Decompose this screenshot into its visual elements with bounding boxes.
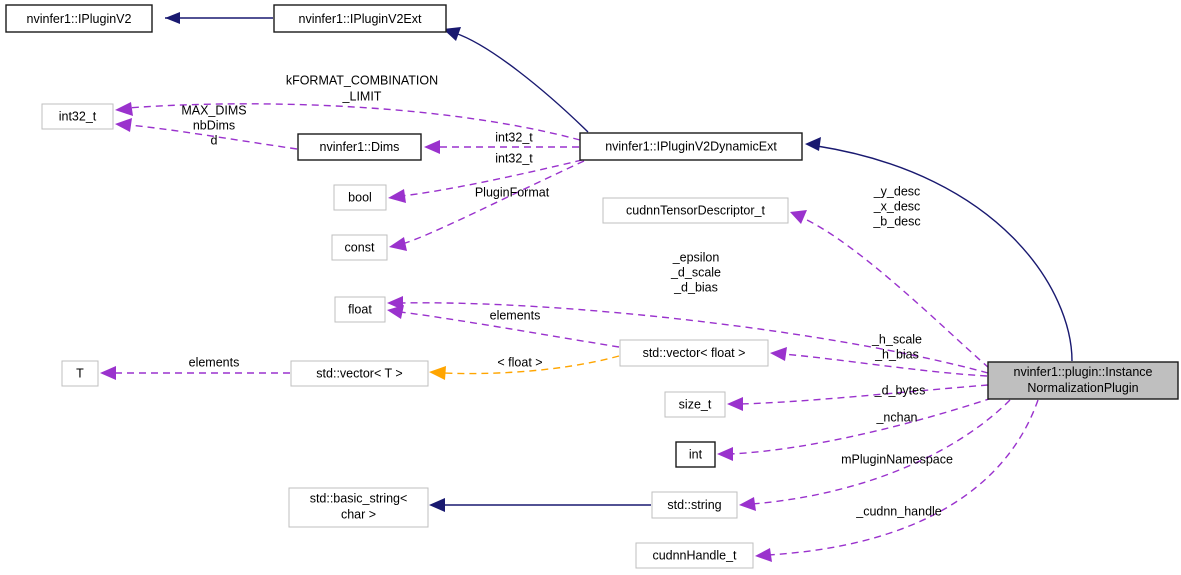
diagram-canvas: nvinfer1::IPluginV2 nvinfer1::IPluginV2E… bbox=[5, 4, 1179, 569]
node-nvinfer1-ipluginv2[interactable]: nvinfer1::IPluginV2 bbox=[5, 4, 153, 33]
node-const[interactable]: const bbox=[331, 234, 388, 261]
collaboration-diagram: nvinfer1::IPluginV2 nvinfer1::IPluginV2E… bbox=[0, 0, 1181, 575]
node-instance-normalization-plugin[interactable]: nvinfer1::plugin::Instance Normalization… bbox=[987, 361, 1179, 400]
edge-label-line: _d_scale bbox=[670, 265, 721, 279]
edge-label-line: _cudnn_handle bbox=[855, 504, 942, 518]
edge-label-line: _h_bias bbox=[874, 347, 919, 361]
edge-label-float-template-arg: < float > bbox=[497, 355, 542, 369]
edge-label-line: mPluginNamespace bbox=[841, 452, 953, 466]
edge-label-line: elements bbox=[490, 308, 541, 322]
edge-label-h-scale-bias: _h_scale _h_bias bbox=[871, 332, 922, 361]
node-label-dims: nvinfer1::Dims bbox=[320, 140, 400, 154]
node-label-int: int bbox=[689, 447, 703, 461]
edge-label-layer: kFORMAT_COMBINATION _LIMIT MAX_DIMS nbDi… bbox=[181, 73, 953, 518]
node-label-ipluginv2: nvinfer1::IPluginV2 bbox=[27, 12, 132, 26]
edge-label-int32-t-a: int32_t bbox=[495, 130, 533, 144]
edge-mainclass-to-dynamicext bbox=[805, 137, 1073, 362]
edge-dynamicext-to-const bbox=[389, 160, 585, 251]
edge-label-desc-fields: _y_desc _x_desc _b_desc bbox=[872, 184, 920, 228]
edge-label-line: _y_desc bbox=[873, 184, 921, 198]
edge-label-nchan: _nchan bbox=[875, 410, 917, 424]
edge-label-line: _nchan bbox=[875, 410, 917, 424]
edge-label-line: d bbox=[211, 133, 218, 147]
edge-ipluginv2ext-to-ipluginv2 bbox=[165, 12, 273, 24]
node-label-const: const bbox=[345, 240, 375, 254]
edge-label-line: elements bbox=[189, 355, 240, 369]
node-label-mainclass-line2: NormalizationPlugin bbox=[1027, 381, 1138, 395]
edge-label-line: _d_bytes bbox=[874, 383, 926, 397]
node-label-float: float bbox=[348, 302, 372, 316]
edge-label-line: < float > bbox=[497, 355, 542, 369]
node-label-basicstring-line1: std::basic_string< bbox=[310, 491, 408, 505]
node-std-string[interactable]: std::string bbox=[651, 491, 738, 519]
node-cudnntensordescriptor-t[interactable]: cudnnTensorDescriptor_t bbox=[602, 197, 789, 224]
node-label-sizet: size_t bbox=[679, 397, 712, 411]
edge-label-line: PluginFormat bbox=[475, 185, 550, 199]
edge-label-line: nbDims bbox=[193, 118, 235, 132]
node-std-vector-t[interactable]: std::vector< T > bbox=[290, 360, 429, 387]
edge-string-to-basicstring bbox=[429, 498, 651, 512]
edge-label-max-dims: MAX_DIMS nbDims d bbox=[181, 103, 246, 147]
edge-label-line: _x_desc bbox=[873, 199, 921, 213]
node-label-basicstring-line2: char > bbox=[341, 507, 376, 521]
node-int[interactable]: int bbox=[675, 441, 716, 468]
edge-label-elements-float: elements bbox=[490, 308, 541, 322]
node-label-int32t: int32_t bbox=[59, 109, 97, 123]
edge-label-mpluginnamespace: mPluginNamespace bbox=[841, 452, 953, 466]
node-label-bool: bool bbox=[348, 190, 372, 204]
edge-mainclass-to-cudnnhandle bbox=[755, 399, 1039, 562]
node-label-vectort: std::vector< T > bbox=[316, 366, 402, 380]
node-t-param[interactable]: T bbox=[61, 360, 99, 387]
edge-dynamicext-to-ipluginv2ext bbox=[443, 27, 589, 133]
edge-label-elements-t: elements bbox=[189, 355, 240, 369]
edge-mainclass-to-sizet bbox=[727, 384, 989, 411]
edge-layer bbox=[100, 12, 1073, 562]
edge-label-line: MAX_DIMS bbox=[181, 103, 246, 117]
edge-label-pluginformat: PluginFormat bbox=[475, 185, 550, 199]
node-bool[interactable]: bool bbox=[333, 184, 387, 211]
edge-label-int32-t-b: int32_t bbox=[495, 151, 533, 165]
node-label-dynamicext: nvinfer1::IPluginV2DynamicExt bbox=[605, 139, 777, 153]
node-int32-t[interactable]: int32_t bbox=[41, 103, 114, 130]
node-float[interactable]: float bbox=[334, 296, 386, 323]
node-nvinfer1-ipluginv2ext[interactable]: nvinfer1::IPluginV2Ext bbox=[273, 4, 447, 33]
node-label-cudnnhandle: cudnnHandle_t bbox=[652, 548, 737, 562]
edge-label-line: int32_t bbox=[495, 130, 533, 144]
edge-label-line: kFORMAT_COMBINATION bbox=[286, 73, 438, 87]
node-label-cudnntensordesc: cudnnTensorDescriptor_t bbox=[626, 203, 765, 217]
node-std-basic-string-char[interactable]: std::basic_string< char > bbox=[288, 487, 429, 528]
edge-label-line: int32_t bbox=[495, 151, 533, 165]
node-label-tparam: T bbox=[76, 366, 84, 380]
edge-label-cudnn-handle: _cudnn_handle bbox=[855, 504, 942, 518]
node-layer: nvinfer1::IPluginV2 nvinfer1::IPluginV2E… bbox=[5, 4, 1179, 569]
node-label-vectorfloat: std::vector< float > bbox=[643, 346, 746, 360]
node-cudnnhandle-t[interactable]: cudnnHandle_t bbox=[635, 542, 754, 569]
edge-label-line: _d_bias bbox=[673, 280, 718, 294]
node-label-mainclass-line1: nvinfer1::plugin::Instance bbox=[1014, 365, 1153, 379]
edge-label-line: _h_scale bbox=[871, 332, 922, 346]
node-label-ipluginv2ext: nvinfer1::IPluginV2Ext bbox=[299, 12, 423, 26]
edge-label-d-bytes: _d_bytes bbox=[874, 383, 926, 397]
edge-label-line: _LIMIT bbox=[342, 89, 382, 103]
edge-label-epsilon-fields: _epsilon _d_scale _d_bias bbox=[670, 250, 721, 294]
edge-label-kformat-combination-limit: kFORMAT_COMBINATION _LIMIT bbox=[286, 73, 438, 103]
edge-label-line: _epsilon bbox=[672, 250, 720, 264]
edge-label-line: _b_desc bbox=[872, 214, 920, 228]
node-label-string: std::string bbox=[667, 498, 721, 512]
node-std-vector-float[interactable]: std::vector< float > bbox=[619, 339, 769, 367]
node-nvinfer1-dims[interactable]: nvinfer1::Dims bbox=[297, 133, 422, 161]
node-nvinfer1-ipluginv2dynamicext[interactable]: nvinfer1::IPluginV2DynamicExt bbox=[579, 132, 803, 161]
node-size-t[interactable]: size_t bbox=[664, 391, 726, 418]
